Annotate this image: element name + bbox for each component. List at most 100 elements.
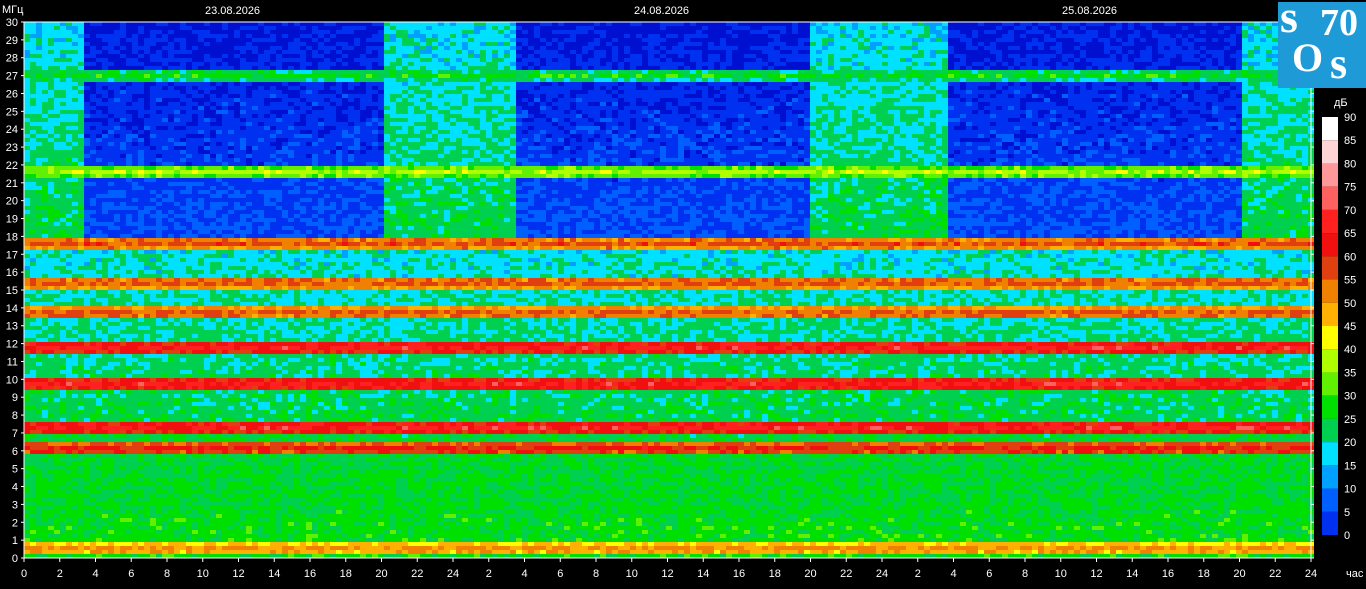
heat-cell: [636, 22, 642, 26]
heat-cell: [924, 30, 930, 34]
heat-cell: [600, 42, 606, 46]
heat-cell: [612, 42, 618, 46]
heat-cell: [762, 22, 768, 26]
heat-cell: [198, 38, 204, 42]
heat-cell: [906, 30, 912, 34]
heat-cell: [390, 26, 396, 30]
heat-cell: [516, 26, 522, 30]
heat-cell: [762, 34, 768, 38]
heat-cell: [972, 46, 978, 50]
heat-cell: [120, 30, 126, 34]
heat-cell: [984, 22, 990, 26]
heat-cell: [126, 42, 132, 46]
heat-cell: [282, 34, 288, 38]
heat-cell: [420, 22, 426, 26]
heat-cell: [1056, 22, 1062, 26]
heat-cell: [1074, 22, 1080, 26]
heat-cell: [36, 26, 42, 30]
heat-cell: [1116, 34, 1122, 38]
heat-cell: [270, 30, 276, 34]
heat-cell: [738, 30, 744, 34]
heat-cell: [474, 34, 480, 38]
heat-cell: [780, 42, 786, 46]
heat-cell: [594, 30, 600, 34]
heat-cell: [798, 38, 804, 42]
heat-cell: [594, 26, 600, 30]
heat-cell: [654, 34, 660, 38]
heat-cell: [618, 34, 624, 38]
heat-cell: [1122, 34, 1128, 38]
heat-cell: [546, 42, 552, 46]
heat-cell: [750, 38, 756, 42]
heat-cell: [588, 46, 594, 50]
heat-cell: [486, 34, 492, 38]
heat-cell: [1056, 42, 1062, 46]
heat-cell: [1032, 46, 1038, 50]
heat-cell: [930, 42, 936, 46]
heat-cell: [564, 30, 570, 34]
heat-cell: [234, 22, 240, 26]
heat-cell: [894, 26, 900, 30]
heat-cell: [1020, 22, 1026, 26]
heat-cell: [1026, 26, 1032, 30]
heat-cell: [480, 46, 486, 50]
heat-cell: [246, 30, 252, 34]
heat-cell: [1188, 38, 1194, 42]
heat-cell: [912, 38, 918, 42]
heat-cell: [660, 30, 666, 34]
heat-cell: [198, 26, 204, 30]
heat-cell: [1062, 46, 1068, 50]
heat-cell: [516, 22, 522, 26]
heat-cell: [282, 46, 288, 50]
heat-cell: [120, 22, 126, 26]
heat-cell: [450, 30, 456, 34]
heat-cell: [336, 22, 342, 26]
heat-cell: [906, 22, 912, 26]
heat-cell: [222, 30, 228, 34]
heat-cell: [924, 46, 930, 50]
heat-cell: [846, 38, 852, 42]
heat-cell: [216, 42, 222, 46]
heat-cell: [1056, 34, 1062, 38]
heat-cell: [1164, 26, 1170, 30]
heat-cell: [708, 46, 714, 50]
heat-cell: [1218, 38, 1224, 42]
heat-cell: [702, 46, 708, 50]
heat-cell: [762, 42, 768, 46]
heat-cell: [1146, 46, 1152, 50]
heat-cell: [204, 38, 210, 42]
heat-cell: [132, 26, 138, 30]
heat-cell: [324, 30, 330, 34]
heat-cell: [930, 38, 936, 42]
heat-cell: [318, 46, 324, 50]
heat-cell: [678, 38, 684, 42]
heat-cell: [204, 46, 210, 50]
heat-cell: [786, 26, 792, 30]
heat-cell: [468, 46, 474, 50]
heat-cell: [258, 42, 264, 46]
heat-cell: [336, 30, 342, 34]
heat-cell: [666, 42, 672, 46]
heat-cell: [306, 26, 312, 30]
heat-cell: [408, 42, 414, 46]
heat-cell: [678, 46, 684, 50]
heat-cell: [912, 26, 918, 30]
heat-cell: [498, 38, 504, 42]
heat-cell: [450, 22, 456, 26]
heat-cell: [984, 46, 990, 50]
heat-cell: [618, 46, 624, 50]
heat-cell: [906, 46, 912, 50]
heat-cell: [696, 38, 702, 42]
heat-cell: [588, 38, 594, 42]
heat-cell: [720, 30, 726, 34]
heat-cell: [606, 30, 612, 34]
heat-cell: [1170, 26, 1176, 30]
heat-cell: [804, 46, 810, 50]
heat-cell: [1230, 42, 1236, 46]
heat-cell: [774, 38, 780, 42]
heat-cell: [270, 46, 276, 50]
heat-cell: [600, 26, 606, 30]
heat-cell: [696, 46, 702, 50]
heat-cell: [978, 30, 984, 34]
heat-cell: [342, 26, 348, 30]
